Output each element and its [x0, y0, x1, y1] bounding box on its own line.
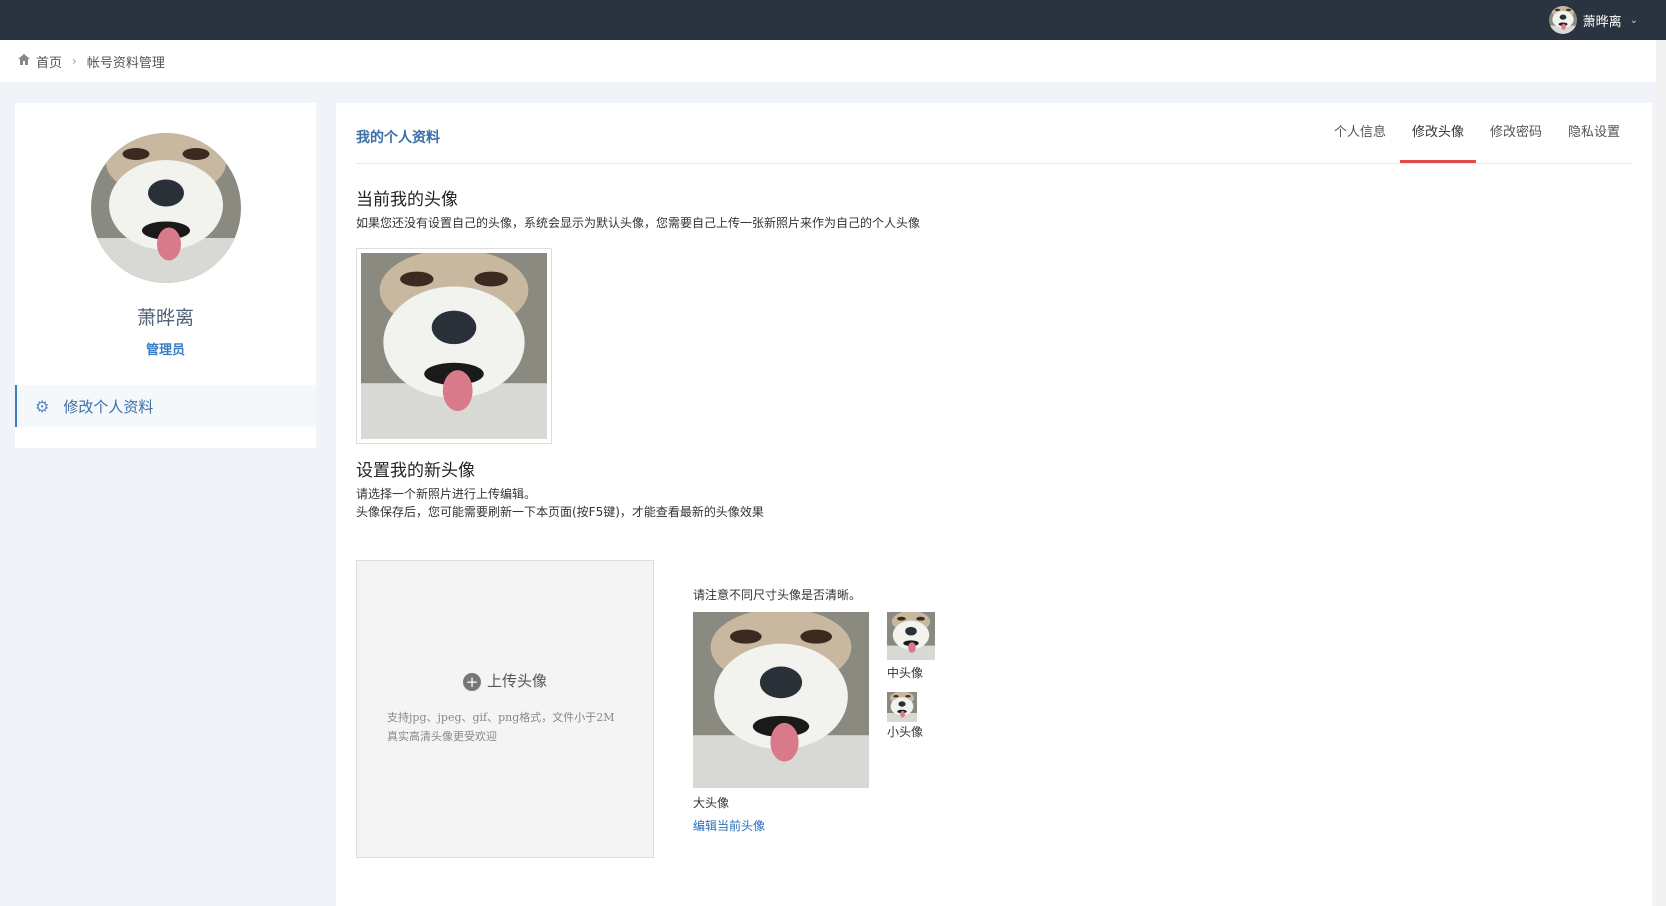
medium-avatar-image — [887, 612, 935, 660]
username: 萧晔离 — [1582, 14, 1622, 30]
upload-avatar-dropzone[interactable]: + 上传头像 支持jpg、jpeg、gif、png格式，文件小于2M 真实高清头像… — [356, 560, 654, 858]
top-navbar: 萧晔离 ⌄ — [0, 0, 1666, 40]
gear-icon: ⚙ — [35, 396, 50, 416]
profile-name: 萧晔离 — [136, 307, 194, 329]
edit-current-avatar-link[interactable]: 编辑当前头像 — [693, 817, 765, 834]
upload-label: 上传头像 — [486, 672, 547, 690]
tab-change-avatar[interactable]: 修改头像 — [1399, 103, 1476, 163]
upload-hint-formats: 支持jpg、jpeg、gif、png格式，文件小于2M — [387, 711, 615, 724]
small-avatar-preview — [887, 692, 917, 722]
preview-note: 请注意不同尺寸头像是否清晰。 — [693, 588, 862, 602]
tab-privacy-settings[interactable]: 隐私设置 — [1556, 103, 1632, 163]
profile-sidebar: 萧晔离 管理员 ⚙ 修改个人资料 — [15, 103, 316, 448]
user-avatar — [1549, 6, 1577, 34]
page-scrollbar[interactable] — [1656, 40, 1666, 906]
chevron-down-icon[interactable]: ⌄ — [1630, 15, 1638, 26]
large-avatar-image — [693, 612, 869, 788]
upload-hint-quality: 真实高清头像更受欢迎 — [387, 730, 497, 743]
breadcrumb-home-link[interactable]: 首页 — [36, 52, 62, 71]
tab-change-password[interactable]: 修改密码 — [1478, 103, 1554, 163]
medium-avatar-preview — [887, 612, 935, 660]
new-avatar-description-2: 头像保存后，您可能需要刷新一下本页面(按F5键)，才能查看最新的头像效果 — [356, 505, 764, 519]
large-avatar-label: 大头像 — [693, 796, 730, 810]
dog-face-photo — [91, 133, 241, 283]
current-avatar-description: 如果您还没有设置自己的头像，系统会显示为默认头像，您需要自己上传一张新照片来作为… — [356, 216, 921, 230]
profile-tabs: 个人信息 修改头像 修改密码 隐私设置 — [1320, 103, 1632, 163]
breadcrumb-separator: › — [72, 54, 77, 68]
current-avatar-image — [361, 253, 547, 439]
small-avatar-image — [887, 692, 917, 722]
profile-role: 管理员 — [145, 343, 185, 358]
tab-personal-info[interactable]: 个人信息 — [1322, 103, 1398, 163]
page-title: 我的个人资料 — [356, 130, 440, 146]
new-avatar-description-1: 请选择一个新照片进行上传编辑。 — [356, 487, 537, 501]
medium-avatar-label: 中头像 — [887, 666, 924, 680]
large-avatar-preview — [693, 612, 869, 788]
home-icon — [18, 53, 30, 69]
tab-divider — [356, 163, 1632, 164]
small-avatar-label: 小头像 — [887, 725, 924, 739]
breadcrumb: 首页 › 帐号资料管理 — [0, 40, 1666, 82]
user-menu[interactable]: 萧晔离 ⌄ — [1549, 4, 1638, 36]
sidebar-item-edit-profile[interactable]: ⚙ 修改个人资料 — [15, 385, 316, 427]
breadcrumb-current: 帐号资料管理 — [86, 55, 165, 71]
new-avatar-heading: 设置我的新头像 — [356, 461, 475, 481]
sidebar-item-label: 修改个人资料 — [63, 397, 154, 416]
current-avatar-frame — [356, 248, 552, 444]
current-avatar-heading: 当前我的头像 — [356, 190, 458, 210]
upload-hint: 支持jpg、jpeg、gif、png格式，文件小于2M 真实高清头像更受欢迎 — [387, 708, 615, 746]
profile-avatar — [91, 133, 241, 283]
plus-circle-icon: + — [462, 672, 481, 691]
dog-face-avatar-icon — [1549, 6, 1577, 34]
upload-avatar-button[interactable]: + 上传头像 — [357, 670, 653, 691]
main-content: 我的个人资料 个人信息 修改头像 修改密码 隐私设置 当前我的头像 如果您还没有… — [336, 103, 1652, 906]
